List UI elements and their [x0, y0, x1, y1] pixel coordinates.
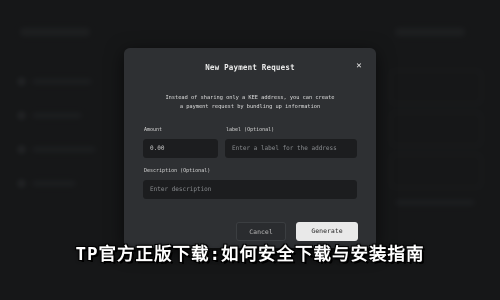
label-input[interactable] [225, 139, 357, 158]
dialog-title: New Payment Request [205, 63, 295, 72]
cancel-button[interactable]: Cancel [236, 222, 286, 241]
generate-button[interactable]: Generate [296, 222, 358, 241]
description-line-2: a payment request by bundling up informa… [179, 103, 321, 110]
close-icon[interactable]: ✕ [354, 61, 364, 71]
description-field-label: Description (Optional) [144, 168, 211, 174]
amount-input[interactable] [143, 139, 218, 158]
description-line-1: Instead of sharing only a KEE address, y… [165, 95, 335, 101]
headline-overlay-text: TP官方正版下载:如何安全下载与安装指南 [75, 245, 425, 265]
dialog-description: Instead of sharing only a KEE address, y… [144, 94, 356, 111]
payment-request-dialog: New Payment Request ✕ Instead of sharing… [124, 48, 376, 248]
description-input[interactable] [143, 180, 357, 199]
amount-label: Amount [144, 127, 163, 133]
label-field-label: label (Optional) [226, 127, 275, 133]
